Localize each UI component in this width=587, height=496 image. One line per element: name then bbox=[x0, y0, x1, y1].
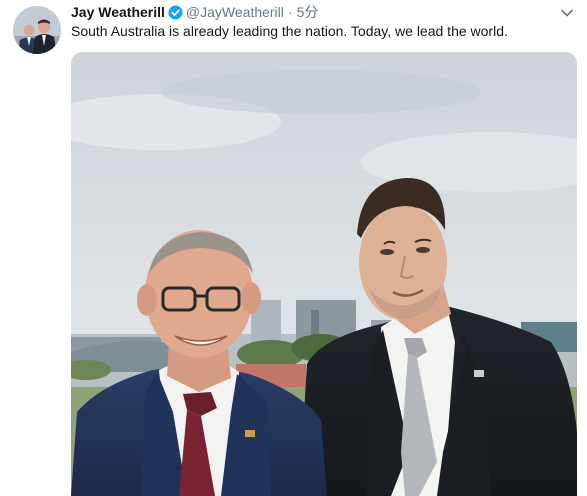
avatar[interactable] bbox=[13, 6, 61, 54]
chevron-down-icon[interactable] bbox=[560, 6, 574, 20]
tweet-text: South Australia is already leading the n… bbox=[71, 23, 508, 39]
display-name[interactable]: Jay Weatherill bbox=[71, 3, 165, 21]
separator-dot: · bbox=[287, 4, 293, 20]
tweet-timestamp[interactable]: 5分 bbox=[297, 3, 319, 21]
verified-badge-icon bbox=[168, 4, 183, 20]
tweet-header: Jay Weatherill @JayWeatherill · 5分 bbox=[71, 3, 557, 21]
user-handle[interactable]: @JayWeatherill bbox=[186, 3, 284, 21]
tweet-photo[interactable] bbox=[71, 52, 577, 496]
